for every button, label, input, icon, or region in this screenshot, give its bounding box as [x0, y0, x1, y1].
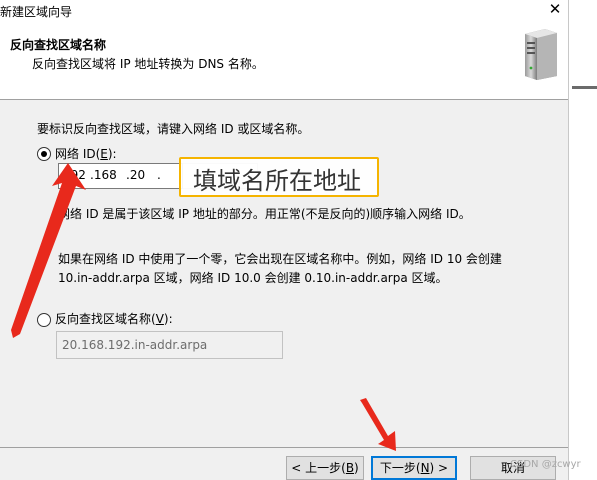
network-id-radio[interactable] — [37, 147, 51, 161]
instruction-text: 要标识反向查找区域，请键入网络 ID 或区域名称。 — [37, 122, 310, 136]
server-icon — [525, 29, 557, 80]
background-window-bar — [572, 86, 597, 89]
footer-divider — [0, 447, 568, 448]
watermark: CSDN @zcwyr — [510, 459, 581, 470]
zone-name-input: 20.168.192.in-addr.arpa — [56, 331, 283, 359]
ip-octet-4[interactable]: . — [157, 168, 161, 182]
title-bar — [0, 0, 568, 22]
network-id-input[interactable]: 192 .168 .20 . — [58, 163, 183, 189]
close-button[interactable]: ✕ — [545, 0, 565, 20]
ip-octet-3[interactable]: .20 — [126, 168, 145, 182]
ip-octet-1[interactable]: 192 — [63, 168, 86, 182]
annotation-text: 填域名所在地址 — [193, 167, 361, 195]
zone-name-radio[interactable] — [37, 313, 51, 327]
zero-note-line-2: 10.in-addr.arpa 区域，网络 ID 10.0 会创建 0.10.i… — [58, 271, 448, 285]
network-id-label[interactable]: 网络 ID(E): — [55, 145, 117, 162]
network-id-help-text: 网络 ID 是属于该区域 IP 地址的部分。用正常(不是反向的)顺序输入网络 I… — [58, 207, 471, 221]
background-window — [568, 0, 597, 480]
close-icon: ✕ — [548, 0, 562, 18]
header-divider — [0, 99, 568, 100]
zone-name-label[interactable]: 反向查找区域名称(V): — [55, 310, 173, 327]
next-button[interactable]: 下一步(N) > — [371, 456, 457, 480]
page-title: 反向查找区域名称 — [10, 38, 107, 52]
window-title: 新建区域向导 — [0, 5, 73, 19]
zero-note-line-1: 如果在网络 ID 中使用了一个零，它会出现在区域名称中。例如，网络 ID 10 … — [58, 252, 502, 266]
back-button[interactable]: < 上一步(B) — [286, 456, 364, 480]
arrow-to-next — [360, 398, 396, 451]
page-subtitle: 反向查找区域将 IP 地址转换为 DNS 名称。 — [32, 57, 264, 71]
ip-octet-2[interactable]: .168 — [90, 168, 117, 182]
